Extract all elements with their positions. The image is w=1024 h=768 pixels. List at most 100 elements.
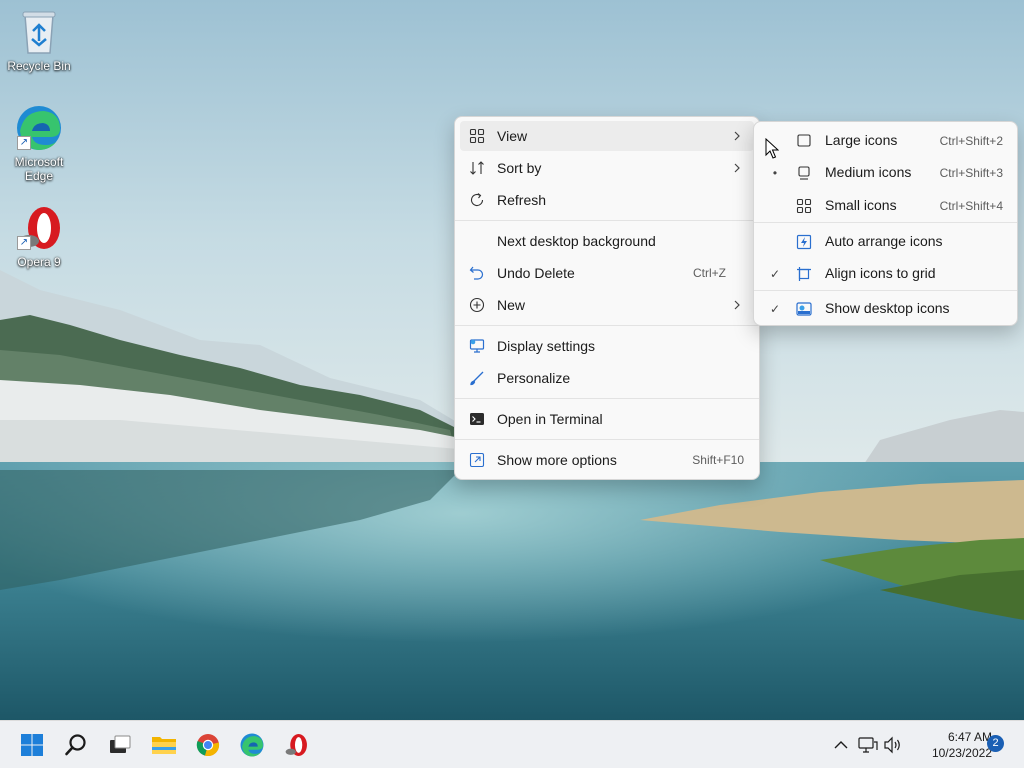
menu-item-show-more-options[interactable]: Show more options Shift+F10 [460,445,754,475]
submenu-item-large-icons[interactable]: Large icons Ctrl+Shift+2 [758,126,1013,156]
desktop-icon-label: Microsoft Edge [14,155,64,183]
menu-separator [455,398,759,399]
menu-separator [754,290,1017,291]
sort-icon [469,160,485,176]
desktop-context-menu: View Sort by Refresh Next desktop backgr… [454,116,760,480]
selection-marker [768,198,782,214]
file-explorer-icon [152,737,176,754]
menu-item-label: New [497,297,526,313]
menu-item-next-desktop-background[interactable]: Next desktop background [460,226,754,256]
view-submenu: Large icons Ctrl+Shift+2 • Medium icons … [753,121,1018,326]
taskbar: 6:47 AM 10/23/2022 [0,720,1024,768]
large-icons-icon [797,134,811,147]
start-button[interactable] [14,727,50,763]
mouse-cursor-icon [765,138,779,159]
menu-item-label: Show more options [497,452,617,468]
menu-item-open-in-terminal[interactable]: Open in Terminal [460,404,754,434]
view-grid-icon [469,128,485,144]
selection-marker [768,234,782,250]
selection-marker: ✓ [769,267,781,281]
menu-separator [455,439,759,440]
search-button[interactable] [58,727,94,763]
submenu-item-shortcut: Ctrl+Shift+2 [939,134,1003,148]
file-explorer-button[interactable] [146,727,182,763]
desktop-icon-recycle-bin[interactable]: Recycle Bin [1,8,77,73]
desktop-icon-label: Recycle Bin [7,59,71,73]
menu-item-label: Personalize [497,370,571,386]
menu-separator [754,222,1017,223]
desktop-icon-microsoft-edge[interactable]: ↗ Microsoft Edge [1,104,77,183]
search-icon [65,734,86,756]
display-settings-icon [469,338,485,354]
medium-icons-icon [798,166,810,180]
selection-marker: ✓ [769,302,781,316]
menu-item-shortcut: Ctrl+Z [693,266,726,280]
opera-icon [285,734,307,756]
personalize-brush-icon [469,370,485,386]
menu-item-new[interactable]: New [460,290,754,320]
opera-icon: ↗ [15,204,63,252]
show-hidden-icons-chevron-icon[interactable] [831,735,851,755]
menu-item-label: Undo Delete [497,265,575,281]
submenu-item-label: Show desktop icons [825,300,950,316]
show-desktop-icons-icon [796,302,812,316]
new-plus-icon [469,297,485,313]
edge-icon: ↗ [15,104,63,152]
undo-icon [469,265,485,281]
volume-icon[interactable] [883,735,903,755]
clock-time: 6:47 AM [947,730,992,744]
opera-button[interactable] [278,727,314,763]
submenu-item-label: Align icons to grid [825,265,936,281]
selection-marker: • [772,166,778,180]
menu-separator [455,220,759,221]
clock-date: 10/23/2022 [931,746,992,760]
submenu-item-show-desktop-icons[interactable]: ✓ Show desktop icons [758,294,1013,324]
system-clock[interactable]: 6:47 AM 10/23/2022 [912,729,992,761]
menu-item-label: Open in Terminal [497,411,603,427]
menu-item-sort-by[interactable]: Sort by [460,153,754,183]
refresh-icon [469,192,485,208]
edge-button[interactable] [234,727,270,763]
submenu-item-small-icons[interactable]: Small icons Ctrl+Shift+4 [758,191,1013,221]
submenu-item-label: Large icons [825,132,898,148]
menu-item-label: Refresh [497,192,547,208]
desktop-icon-opera[interactable]: ↗ Opera 9 [1,204,77,269]
submenu-item-medium-icons[interactable]: • Medium icons Ctrl+Shift+3 [758,158,1013,188]
submenu-item-auto-arrange-icons[interactable]: Auto arrange icons [758,227,1013,257]
edge-icon [240,733,264,757]
terminal-icon [469,411,485,427]
submenu-item-align-icons-to-grid[interactable]: ✓ Align icons to grid [758,259,1013,289]
menu-item-label: Sort by [497,160,542,176]
menu-item-label: View [497,128,528,144]
recycle-bin-icon [15,8,63,56]
submenu-item-shortcut: Ctrl+Shift+3 [939,166,1003,180]
menu-item-shortcut: Shift+F10 [692,453,744,467]
notification-badge[interactable]: 2 [987,735,1004,752]
chrome-icon [196,734,220,757]
menu-item-label: Next desktop background [497,233,656,249]
menu-item-personalize[interactable]: Personalize [460,363,754,393]
chevron-right-icon [734,131,740,141]
shortcut-arrow-icon: ↗ [17,136,31,150]
network-icon[interactable] [858,735,878,755]
chrome-button[interactable] [190,727,226,763]
task-view-icon [110,735,131,753]
menu-item-refresh[interactable]: Refresh [460,185,754,215]
small-icons-icon [796,198,812,214]
menu-item-label: Display settings [497,338,596,354]
submenu-item-shortcut: Ctrl+Shift+4 [939,199,1003,213]
menu-item-view[interactable]: View [460,121,754,151]
chevron-right-icon [734,300,740,310]
submenu-item-label: Auto arrange icons [825,233,943,249]
menu-item-display-settings[interactable]: Display settings [460,331,754,361]
align-grid-icon [797,267,811,281]
shortcut-arrow-icon: ↗ [17,236,31,250]
menu-item-undo-delete[interactable]: Undo Delete Ctrl+Z [460,258,754,288]
auto-arrange-icon [796,234,812,250]
desktop-icon-label: Opera 9 [17,255,61,269]
submenu-item-label: Small icons [825,197,897,213]
start-icon [21,734,43,756]
task-view-button[interactable] [102,727,138,763]
show-more-options-icon [469,452,485,468]
chevron-right-icon [734,163,740,173]
